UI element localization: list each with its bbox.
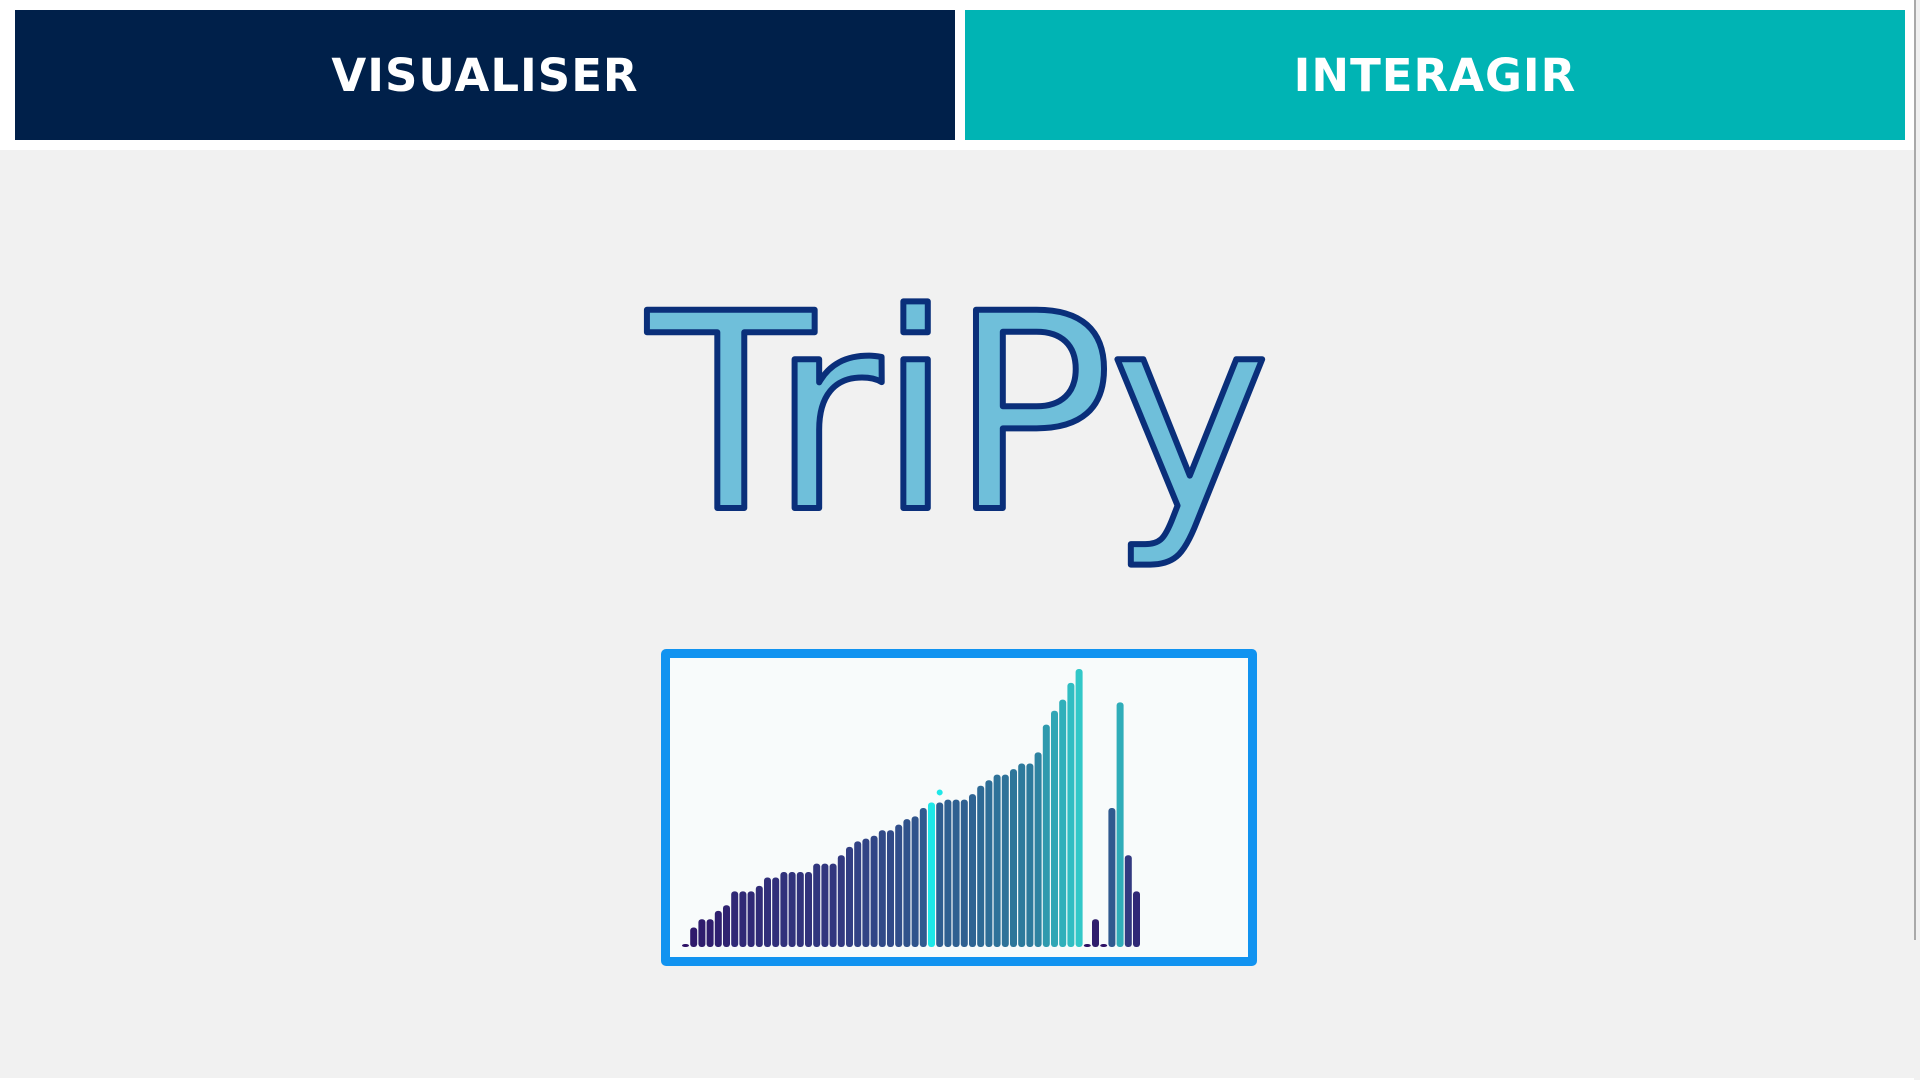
chart-bar [755, 885, 763, 947]
chart-bar [1010, 769, 1017, 947]
chart-bar [1018, 763, 1026, 947]
chart-bar [1092, 919, 1099, 947]
chart-bar [903, 819, 911, 947]
chart-bar [1116, 702, 1124, 947]
chart-bar [1100, 944, 1108, 947]
chart-bar [1051, 710, 1058, 947]
chart-bar [870, 835, 878, 947]
sorting-bar-chart [682, 669, 1140, 947]
chart-bar [911, 816, 919, 947]
chart-bar [952, 799, 960, 947]
chart-bar [1108, 808, 1116, 947]
chart-bar [805, 871, 812, 947]
chart-bar [739, 891, 747, 947]
chart-bar [682, 944, 689, 947]
chart-bar [821, 863, 829, 947]
chart-bar [936, 802, 944, 947]
chart-bar [714, 910, 722, 947]
chart-bar [796, 871, 804, 947]
chart-bar [878, 830, 886, 947]
chart-bar [919, 808, 927, 947]
chart-bar [1042, 724, 1050, 947]
chart-bar [862, 838, 870, 947]
chart-bar [969, 794, 976, 947]
chart-bar [829, 863, 837, 947]
chart-bar [780, 871, 788, 947]
chart-bar [706, 919, 714, 947]
chart-bar [928, 802, 935, 947]
chart-bar [854, 841, 862, 947]
chart-bar [731, 891, 739, 947]
chart-bar [1026, 763, 1034, 947]
chart-bar [813, 863, 821, 947]
chart-bar [1124, 855, 1132, 947]
chart-bar [944, 799, 952, 947]
chart-bar [747, 891, 755, 947]
chart-bar [1083, 944, 1091, 947]
chart-bar [772, 877, 780, 947]
interagir-button[interactable]: INTERAGIR [965, 10, 1905, 140]
chart-bar [764, 877, 771, 947]
window-scrollbar[interactable] [1914, 0, 1916, 940]
chart-bar [1001, 774, 1009, 947]
chart-bar [1067, 682, 1075, 947]
logo-text: TriPy [643, 257, 1266, 573]
chart-bar [977, 785, 985, 947]
visualiser-button[interactable]: VISUALISER [15, 10, 955, 140]
top-navigation-bar: VISUALISER INTERAGIR [0, 0, 1914, 150]
chart-bar [960, 799, 968, 947]
chart-bar [1133, 891, 1140, 947]
chart-bar [993, 774, 1001, 947]
chart-bar [985, 780, 993, 947]
app-logo: TriPy [0, 250, 1914, 590]
chart-bar [788, 871, 796, 947]
chart-bar [723, 905, 730, 947]
chart-bar [698, 919, 706, 947]
chart-bar [837, 855, 845, 947]
chart-bar [1034, 752, 1042, 947]
chart-bar [846, 846, 853, 947]
chart-bar [1075, 669, 1083, 947]
chart-marker-dot [936, 789, 943, 796]
chart-bar [1059, 699, 1067, 947]
chart-bar [690, 927, 698, 947]
chart-bar [887, 830, 894, 947]
chart-bar [895, 824, 903, 947]
sorting-preview-thumbnail[interactable] [661, 649, 1257, 966]
app-window: VISUALISER INTERAGIR TriPy [0, 0, 1920, 1080]
